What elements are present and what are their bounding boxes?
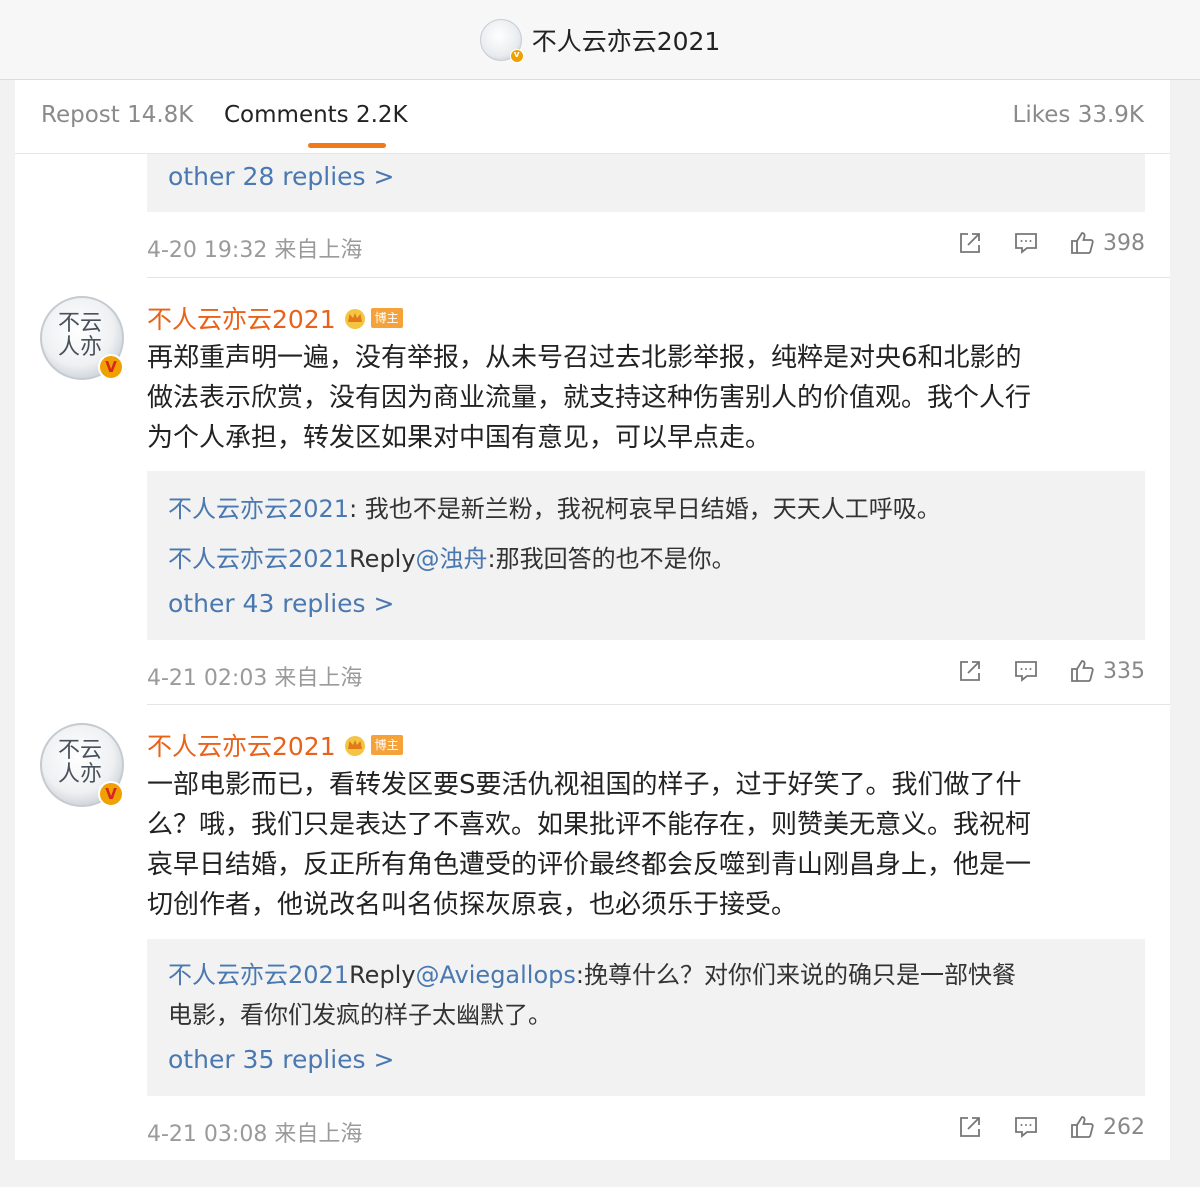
crown-icon [342, 733, 368, 757]
user-avatar[interactable]: 不云 人亦 V [40, 723, 124, 807]
comment-icon[interactable] [1013, 658, 1039, 684]
reply-username[interactable]: 不人云亦云2021 [168, 495, 349, 523]
reply-box: 不人云亦云2021Reply@Aviegallops:挽尊什么？对你们来说的确只… [147, 939, 1145, 1096]
username[interactable]: 不人云亦云2021 [147, 300, 336, 336]
thumbs-up-icon [1069, 1114, 1095, 1140]
comments-card: Repost 14.8K Comments 2.2K Likes 33.9K o… [15, 80, 1170, 1160]
tab-likes[interactable]: Likes 33.9K [1013, 102, 1144, 128]
comment-header: 不人云亦云2021 博主 [147, 727, 403, 763]
reply-item: 不人云亦云2021: 我也不是新兰粉，我祝柯哀早日结婚，天天人工呼吸。 [168, 495, 941, 523]
username[interactable]: 不人云亦云2021 [147, 727, 336, 763]
comment-text: 一部电影而已，看转发区要S要活仇视祖国的样子，过于好笑了。我们做了什 么？哦，我… [147, 770, 1032, 920]
more-replies-link[interactable]: other 28 replies > [168, 162, 394, 191]
reply-username[interactable]: 不人云亦云2021 [168, 545, 349, 573]
verified-badge-icon: V [98, 354, 124, 380]
share-icon[interactable] [957, 230, 983, 256]
reply-box: 不人云亦云2021: 我也不是新兰粉，我祝柯哀早日结婚，天天人工呼吸。 不人云亦… [147, 471, 1145, 640]
comment-header: 不人云亦云2021 博主 [147, 300, 403, 336]
verified-badge-icon: V [98, 781, 124, 807]
comment-actions: 335 [957, 658, 1145, 684]
mention-link[interactable]: @Aviegallops [416, 961, 576, 989]
like-button[interactable]: 335 [1069, 658, 1145, 684]
tab-comments[interactable]: Comments 2.2K [224, 102, 408, 128]
top-header: v 不人云亦云2021 [0, 0, 1200, 80]
tab-repost[interactable]: Repost 14.8K [41, 102, 193, 128]
user-avatar[interactable]: 不云 人亦 V [40, 296, 124, 380]
thumbs-up-icon [1069, 658, 1095, 684]
comment-meta: 4-20 19:32 来自上海 [147, 238, 363, 263]
comment-actions: 398 [957, 230, 1145, 256]
tab-bar: Repost 14.8K Comments 2.2K Likes 33.9K [15, 80, 1170, 154]
comment-icon[interactable] [1013, 1114, 1039, 1140]
reply-box: other 28 replies > [147, 154, 1145, 212]
active-tab-indicator [308, 143, 386, 148]
comment-actions: 262 [957, 1114, 1145, 1140]
crown-icon [342, 306, 368, 330]
like-button[interactable]: 398 [1069, 230, 1145, 256]
thumbs-up-icon [1069, 230, 1095, 256]
comment-meta: 4-21 03:08 来自上海 [147, 1122, 363, 1147]
reply-username[interactable]: 不人云亦云2021 [168, 961, 349, 989]
page-title: 不人云亦云2021 [531, 26, 721, 56]
verified-badge-icon: v [509, 48, 524, 63]
share-icon[interactable] [957, 1114, 983, 1140]
blogger-badge: 博主 [370, 308, 403, 328]
reply-item-continued: 电影，看你们发疯的样子太幽默了。 [168, 1001, 552, 1029]
like-count: 335 [1103, 658, 1145, 684]
comment-icon[interactable] [1013, 230, 1039, 256]
bottom-background [0, 1160, 1200, 1187]
reply-item: 不人云亦云2021Reply@浊舟:那我回答的也不是你。 [168, 545, 736, 573]
comment-divider [147, 277, 1170, 278]
more-replies-link[interactable]: other 35 replies > [168, 1045, 394, 1074]
mention-link[interactable]: @浊舟 [416, 545, 488, 573]
like-button[interactable]: 262 [1069, 1114, 1145, 1140]
blogger-badge: 博主 [370, 735, 403, 755]
share-icon[interactable] [957, 658, 983, 684]
comment-meta: 4-21 02:03 来自上海 [147, 666, 363, 691]
comment-text: 再郑重声明一遍，没有举报，从未号召过去北影举报，纯粹是对央6和北影的 做法表示欣… [147, 343, 1032, 453]
comment-divider [147, 704, 1170, 705]
avatar-icon[interactable]: v [479, 18, 524, 63]
like-count: 262 [1103, 1114, 1145, 1140]
more-replies-link[interactable]: other 43 replies > [168, 589, 394, 618]
reply-item: 不人云亦云2021Reply@Aviegallops:挽尊什么？对你们来说的确只… [168, 961, 1016, 989]
like-count: 398 [1103, 230, 1145, 256]
